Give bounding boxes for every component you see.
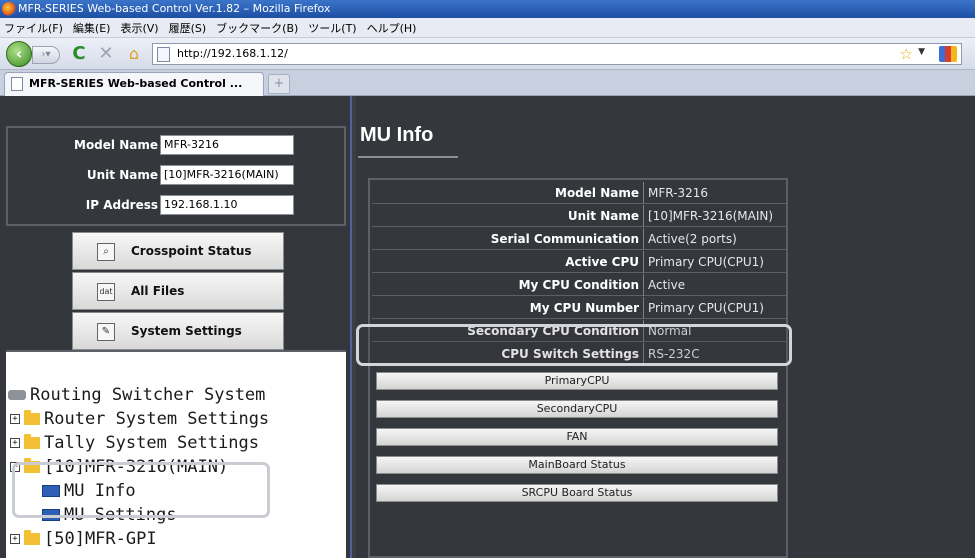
row-value: Primary CPU(CPU1) — [648, 255, 764, 269]
menu-view[interactable]: 表示(V) — [120, 20, 158, 36]
row-value: MFR-3216 — [648, 186, 708, 200]
back-arrow-icon: ‹ — [15, 44, 23, 63]
secondary-cpu-highlight — [356, 324, 792, 366]
row-key: My CPU Number — [372, 297, 644, 319]
page-title: MU Info — [360, 124, 434, 146]
menu-file[interactable]: ファイル(F) — [4, 20, 63, 36]
menu-help[interactable]: ヘルプ(H) — [367, 20, 417, 36]
table-row: My CPU Condition Active — [372, 274, 786, 296]
mu-info-table: Model Name MFR-3216 Unit Name [10]MFR-32… — [368, 178, 788, 558]
system-settings-label: System Settings — [131, 324, 242, 338]
tree-router-settings[interactable]: + Router System Settings — [10, 408, 269, 430]
expand-icon[interactable]: + — [10, 534, 20, 544]
row-key: Model Name — [372, 182, 644, 204]
primary-cpu-button[interactable]: PrimaryCPU — [376, 372, 778, 390]
crosspoint-status-button[interactable]: ⌕ Crosspoint Status — [72, 232, 284, 270]
reload-button[interactable]: C — [68, 44, 90, 64]
tab-strip: MFR-SERIES Web-based Control ... + — [0, 70, 975, 96]
unit-name-field[interactable]: [10]MFR-3216(MAIN) — [160, 165, 294, 185]
fan-button[interactable]: FAN — [376, 428, 778, 446]
system-settings-button[interactable]: ✎ System Settings — [72, 312, 284, 350]
row-value: Primary CPU(CPU1) — [648, 301, 764, 315]
row-key: Serial Communication — [372, 228, 644, 250]
menu-edit[interactable]: 編集(E) — [73, 20, 111, 36]
row-key: Unit Name — [372, 205, 644, 227]
menu-history[interactable]: 履歴(S) — [169, 20, 207, 36]
forward-button[interactable]: ›▾ — [32, 46, 60, 64]
srcpu-board-status-button[interactable]: SRCPU Board Status — [376, 484, 778, 502]
address-bar[interactable]: http://192.168.1.12/ ☆ ▼ — [152, 43, 962, 65]
navigation-tree: Routing Switcher System + Router System S… — [6, 350, 346, 558]
mainboard-status-button[interactable]: MainBoard Status — [376, 456, 778, 474]
row-value: Active(2 ports) — [648, 232, 737, 246]
expand-icon[interactable]: + — [10, 414, 20, 424]
model-name-field[interactable]: MFR-3216 — [160, 135, 294, 155]
tree-root[interactable]: Routing Switcher System — [8, 384, 265, 406]
device-info-box: Model Name MFR-3216 Unit Name [10]MFR-32… — [6, 126, 346, 226]
ip-address-field[interactable]: 192.168.1.10 — [160, 195, 294, 215]
model-name-label: Model Name — [74, 138, 158, 152]
expand-icon[interactable]: + — [10, 438, 20, 448]
magnifier-icon: ⌕ — [97, 243, 115, 261]
forward-arrow-icon: ›▾ — [41, 49, 51, 60]
table-row: My CPU Number Primary CPU(CPU1) — [372, 297, 786, 319]
tree-tally-settings[interactable]: + Tally System Settings — [10, 432, 259, 454]
reload-icon: C — [72, 43, 86, 64]
menu-tools[interactable]: ツール(T) — [308, 20, 356, 36]
unit-name-row: Unit Name [10]MFR-3216(MAIN) — [8, 164, 348, 186]
navigation-toolbar: ‹ ›▾ C ✕ ⌂ http://192.168.1.12/ ☆ ▼ — [0, 38, 975, 70]
row-value: [10]MFR-3216(MAIN) — [648, 209, 774, 223]
unit-name-label: Unit Name — [86, 168, 158, 182]
row-key: Active CPU — [372, 251, 644, 273]
ip-address-label: IP Address — [85, 198, 158, 212]
tree-gpi[interactable]: + [50]MFR-GPI — [10, 528, 157, 550]
folder-icon — [24, 530, 40, 545]
search-engine-icon[interactable] — [939, 46, 957, 62]
row-key: My CPU Condition — [372, 274, 644, 296]
row-value: Active — [648, 278, 686, 292]
table-row: Model Name MFR-3216 — [372, 182, 786, 204]
table-row: Active CPU Primary CPU(CPU1) — [372, 251, 786, 273]
model-name-row: Model Name MFR-3216 — [8, 134, 348, 156]
drive-icon — [8, 390, 26, 400]
all-files-label: All Files — [131, 284, 185, 298]
menu-bar: ファイル(F) 編集(E) 表示(V) 履歴(S) ブックマーク(B) ツール(… — [0, 18, 975, 38]
tab-mfr-control[interactable]: MFR-SERIES Web-based Control ... — [4, 72, 264, 96]
tree-selection-highlight — [12, 462, 270, 518]
stop-button[interactable]: ✕ — [95, 44, 117, 64]
ip-address-row: IP Address 192.168.1.10 — [8, 194, 348, 216]
folder-icon — [24, 434, 40, 449]
new-tab-button[interactable]: + — [268, 74, 290, 94]
title-underline — [358, 156, 458, 158]
window-title: MFR-SERIES Web-based Control Ver.1.82 – … — [18, 2, 331, 15]
file-dat-icon: dat — [97, 283, 115, 301]
secondary-cpu-button[interactable]: SecondaryCPU — [376, 400, 778, 418]
crosspoint-status-label: Crosspoint Status — [131, 244, 252, 258]
folder-icon — [24, 410, 40, 425]
firefox-logo-icon — [2, 2, 16, 16]
tab-label: MFR-SERIES Web-based Control ... — [29, 77, 243, 90]
settings-icon: ✎ — [97, 323, 115, 341]
menu-bookmarks[interactable]: ブックマーク(B) — [216, 20, 298, 36]
main-content: MU Info Model Name MFR-3216 Unit Name [1… — [356, 96, 975, 558]
table-row: Serial Communication Active(2 ports) — [372, 228, 786, 250]
table-row: Unit Name [10]MFR-3216(MAIN) — [372, 205, 786, 227]
url-dropdown-icon[interactable]: ▼ — [918, 47, 925, 57]
all-files-button[interactable]: dat All Files — [72, 272, 284, 310]
back-button[interactable]: ‹ — [6, 41, 32, 67]
home-icon: ⌂ — [128, 44, 140, 63]
page-icon — [157, 47, 170, 62]
window-title-bar: MFR-SERIES Web-based Control Ver.1.82 – … — [0, 0, 975, 18]
url-text[interactable]: http://192.168.1.12/ — [177, 44, 288, 64]
bookmark-star-icon[interactable]: ☆ — [900, 45, 913, 63]
page-icon — [11, 77, 23, 91]
stop-icon: ✕ — [98, 43, 114, 64]
home-button[interactable]: ⌂ — [123, 44, 145, 64]
